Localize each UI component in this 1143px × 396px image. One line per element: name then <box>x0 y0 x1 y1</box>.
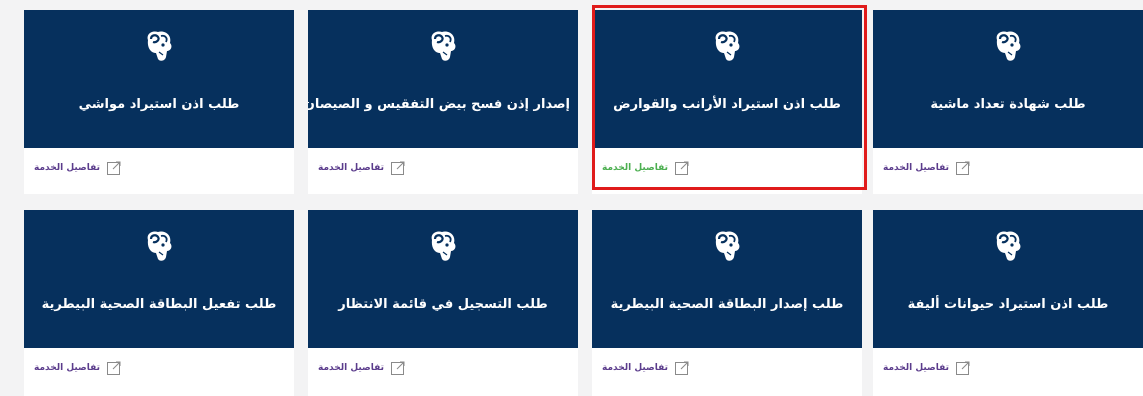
external-link-icon <box>106 161 121 175</box>
card-header: طلب شهادة تعداد ماشية <box>873 10 1143 148</box>
service-details-label: تفاصيل الخدمة <box>34 163 100 173</box>
external-link-icon <box>390 361 405 375</box>
service-title: طلب التسجيل في قائمة الانتظار <box>338 297 548 312</box>
card-footer: تفاصيل الخدمة <box>873 148 1143 192</box>
external-link-icon <box>390 161 405 175</box>
service-details-label: تفاصيل الخدمة <box>602 163 668 173</box>
card-footer: تفاصيل الخدمة <box>308 348 578 392</box>
service-card[interactable]: طلب إصدار البطاقة الصحية البيطرية تفاصيل… <box>592 210 862 396</box>
service-card[interactable]: طلب تفعيل البطاقة الصحية البيطرية تفاصيل… <box>24 210 294 396</box>
card-header: طلب إصدار البطاقة الصحية البيطرية <box>592 210 862 348</box>
service-details-label: تفاصيل الخدمة <box>883 163 949 173</box>
external-link-icon <box>674 361 689 375</box>
ram-head-logo-icon <box>431 31 456 61</box>
service-details-link[interactable]: تفاصيل الخدمة <box>883 160 971 176</box>
service-details-link[interactable]: تفاصيل الخدمة <box>602 360 690 376</box>
external-link-icon <box>674 161 689 175</box>
service-title: إصدار إذن فسح بيض التفقيس و الصيصان <box>308 97 570 112</box>
service-details-label: تفاصيل الخدمة <box>318 163 384 173</box>
service-details-label: تفاصيل الخدمة <box>34 363 100 373</box>
ram-head-logo-icon <box>431 231 456 261</box>
card-footer: تفاصيل الخدمة <box>24 148 294 192</box>
service-details-link[interactable]: تفاصيل الخدمة <box>602 160 690 176</box>
card-header: طلب التسجيل في قائمة الانتظار <box>308 210 578 348</box>
service-details-link[interactable]: تفاصيل الخدمة <box>318 360 406 376</box>
ram-head-logo-icon <box>715 31 740 61</box>
service-card[interactable]: طلب التسجيل في قائمة الانتظار تفاصيل الخ… <box>308 210 578 396</box>
service-card[interactable]: طلب اذن استيراد مواشي تفاصيل الخدمة <box>24 10 294 194</box>
service-title: طلب تفعيل البطاقة الصحية البيطرية <box>41 297 277 312</box>
service-details-label: تفاصيل الخدمة <box>602 363 668 373</box>
card-footer: تفاصيل الخدمة <box>592 148 862 192</box>
service-title: طلب شهادة تعداد ماشية <box>930 97 1086 112</box>
card-header: طلب اذن استيراد مواشي <box>24 10 294 148</box>
service-details-link[interactable]: تفاصيل الخدمة <box>318 160 406 176</box>
service-card[interactable]: إصدار إذن فسح بيض التفقيس و الصيصان تفاص… <box>308 10 578 194</box>
service-card[interactable]: طلب شهادة تعداد ماشية تفاصيل الخدمة <box>873 10 1143 194</box>
ram-head-logo-icon <box>147 31 172 61</box>
card-footer: تفاصيل الخدمة <box>592 348 862 392</box>
external-link-icon <box>955 161 970 175</box>
service-title: طلب اذن استيراد الأرانب والقوارض <box>613 97 841 112</box>
service-details-link[interactable]: تفاصيل الخدمة <box>883 360 971 376</box>
card-header: طلب تفعيل البطاقة الصحية البيطرية <box>24 210 294 348</box>
card-header: إصدار إذن فسح بيض التفقيس و الصيصان <box>308 10 578 148</box>
services-grid: طلب شهادة تعداد ماشية تفاصيل الخدمة طلب … <box>0 0 1143 396</box>
ram-head-logo-icon <box>996 231 1021 261</box>
service-title: طلب اذن استيراد حيوانات أليفة <box>907 297 1109 312</box>
card-footer: تفاصيل الخدمة <box>24 348 294 392</box>
ram-head-logo-icon <box>147 231 172 261</box>
ram-head-logo-icon <box>996 31 1021 61</box>
card-header: طلب اذن استيراد حيوانات أليفة <box>873 210 1143 348</box>
ram-head-logo-icon <box>715 231 740 261</box>
service-details-label: تفاصيل الخدمة <box>318 363 384 373</box>
service-card[interactable]: طلب اذن استيراد حيوانات أليفة تفاصيل الخ… <box>873 210 1143 396</box>
external-link-icon <box>106 361 121 375</box>
service-title: طلب إصدار البطاقة الصحية البيطرية <box>610 297 844 312</box>
card-header: طلب اذن استيراد الأرانب والقوارض <box>592 10 862 148</box>
card-footer: تفاصيل الخدمة <box>308 148 578 192</box>
service-details-link[interactable]: تفاصيل الخدمة <box>34 160 122 176</box>
service-details-label: تفاصيل الخدمة <box>883 363 949 373</box>
service-details-link[interactable]: تفاصيل الخدمة <box>34 360 122 376</box>
external-link-icon <box>955 361 970 375</box>
service-title: طلب اذن استيراد مواشي <box>78 97 240 112</box>
card-footer: تفاصيل الخدمة <box>873 348 1143 392</box>
service-card-selected[interactable]: طلب اذن استيراد الأرانب والقوارض تفاصيل … <box>592 10 862 194</box>
